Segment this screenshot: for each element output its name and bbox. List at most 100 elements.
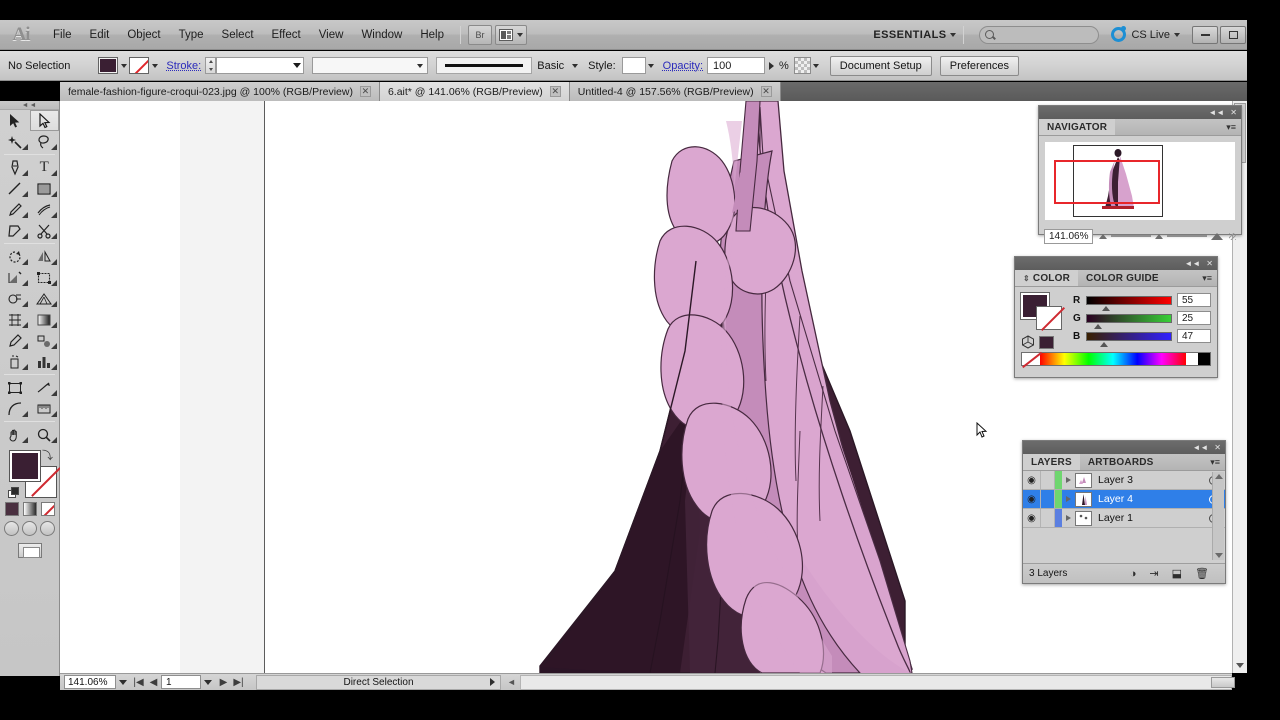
none-mode-button[interactable] — [40, 502, 55, 516]
close-icon[interactable]: ✕ — [549, 86, 561, 97]
g-thumb[interactable] — [1093, 323, 1102, 329]
brush-preview[interactable] — [436, 57, 533, 74]
spectrum-gradient[interactable] — [1040, 353, 1186, 365]
tab-layers[interactable]: LAYERS — [1023, 454, 1080, 470]
stroke-swatch[interactable] — [129, 57, 150, 74]
document-tab-0[interactable]: female-fashion-figure-croqui-023.jpg @ 1… — [60, 82, 380, 101]
close-icon[interactable]: ✕ — [359, 86, 371, 97]
g-value[interactable]: 25 — [1177, 311, 1211, 325]
type-tool[interactable]: T — [30, 157, 60, 178]
brush-dropdown-icon[interactable] — [569, 57, 580, 74]
maximize-button[interactable] — [1220, 25, 1246, 44]
scroll-down-icon[interactable] — [1234, 660, 1246, 671]
navigator-zoom-slider[interactable] — [1099, 232, 1224, 240]
tab-color[interactable]: ⇕ COLOR — [1015, 270, 1079, 286]
scrollbar-thumb[interactable] — [1210, 676, 1235, 688]
color-stroke-swatch[interactable] — [1037, 307, 1061, 329]
panel-menu-icon[interactable]: ▾≡ — [1226, 119, 1241, 135]
layer-name[interactable]: Layer 4 — [1098, 493, 1201, 505]
tools-panel-grip[interactable]: ◄◄ — [0, 101, 59, 110]
rotate-tool[interactable] — [0, 246, 30, 267]
scissors-tool[interactable] — [30, 220, 60, 241]
stroke-weight-stepper[interactable] — [205, 57, 217, 74]
collapse-icon[interactable]: ◄◄ — [1184, 259, 1200, 268]
search-input[interactable] — [979, 25, 1100, 44]
shape-builder-tool[interactable] — [0, 288, 30, 309]
rectangle-tool[interactable] — [30, 178, 60, 199]
menu-file[interactable]: File — [44, 25, 81, 45]
opacity-label[interactable]: Opacity: — [663, 60, 703, 72]
visibility-eye-icon[interactable]: ◉ — [1023, 475, 1040, 486]
symbol-sprayer-tool[interactable] — [0, 351, 30, 372]
menu-window[interactable]: Window — [352, 25, 411, 45]
hand-tool[interactable] — [0, 424, 30, 445]
close-icon[interactable]: ✕ — [1206, 259, 1213, 268]
visibility-eye-icon[interactable]: ◉ — [1023, 494, 1040, 505]
preferences-button[interactable]: Preferences — [939, 55, 1020, 76]
last-artboard-icon[interactable]: ▶| — [231, 677, 246, 688]
artboard-dropdown-icon[interactable] — [201, 679, 214, 685]
zoom-slider-track-2[interactable] — [1167, 235, 1208, 237]
expand-arrow-icon[interactable] — [1062, 477, 1075, 483]
last-color-swatch[interactable] — [1039, 335, 1054, 349]
menu-select[interactable]: Select — [213, 25, 263, 45]
layer-name[interactable]: Layer 1 — [1098, 512, 1201, 524]
panel-menu-icon[interactable]: ▾≡ — [1202, 270, 1217, 286]
b-value[interactable]: 47 — [1177, 329, 1211, 343]
panel-menu-icon[interactable]: ▾≡ — [1210, 454, 1225, 470]
create-sublayer-icon[interactable]: ⇥ — [1149, 567, 1158, 580]
zoom-out-icon[interactable] — [1099, 233, 1108, 239]
layers-titlebar[interactable]: ◄◄ ✕ — [1023, 441, 1225, 454]
color-spectrum-bar[interactable] — [1021, 352, 1211, 366]
status-tool-display[interactable]: Direct Selection — [256, 674, 501, 690]
graphic-style-swatch[interactable] — [621, 57, 646, 74]
lasso-tool[interactable] — [30, 131, 60, 152]
r-value[interactable]: 55 — [1177, 293, 1211, 307]
close-icon[interactable]: ✕ — [760, 86, 772, 97]
workspace-switcher[interactable]: ESSENTIALS — [873, 29, 957, 41]
color-mode-button[interactable] — [4, 502, 19, 516]
stroke-profile-select[interactable] — [312, 57, 429, 74]
tab-artboards[interactable]: ARTBOARDS — [1080, 454, 1162, 470]
b-thumb[interactable] — [1100, 341, 1109, 347]
navigator-zoom-value[interactable]: 141.06% — [1044, 228, 1094, 244]
gradient-mode-button[interactable] — [22, 502, 37, 516]
fill-swatch[interactable] — [98, 57, 119, 74]
zoom-tool[interactable] — [30, 424, 60, 445]
paintbrush-tool[interactable] — [0, 199, 30, 220]
default-fill-stroke-icon[interactable] — [8, 487, 20, 499]
transparency-icon[interactable] — [793, 57, 811, 74]
slice-tool[interactable] — [30, 377, 60, 398]
close-icon[interactable]: ✕ — [1214, 443, 1221, 452]
navigator-preview[interactable] — [1045, 142, 1235, 220]
tab-navigator[interactable]: NAVIGATOR — [1039, 119, 1116, 135]
document-tab-2[interactable]: Untitled-4 @ 157.56% (RGB/Preview) ✕ — [569, 82, 781, 101]
r-slider[interactable] — [1086, 295, 1172, 311]
lock-toggle[interactable] — [1040, 490, 1055, 508]
navigator-view-box[interactable] — [1054, 160, 1160, 204]
stroke-dropdown-icon[interactable] — [149, 57, 160, 74]
zoom-level-input[interactable]: 141.06% — [64, 675, 116, 689]
prev-artboard-icon[interactable]: ◀ — [146, 677, 161, 688]
menu-view[interactable]: View — [310, 25, 353, 45]
table-row[interactable]: ◉ Layer 4 — [1023, 490, 1225, 509]
delete-layer-icon[interactable]: 🗑 — [1195, 567, 1209, 580]
column-graph-tool[interactable] — [30, 351, 60, 372]
menu-type[interactable]: Type — [170, 25, 213, 45]
lock-toggle[interactable] — [1040, 509, 1055, 527]
create-new-layer-icon[interactable]: ⬓ — [1172, 567, 1182, 580]
reflect-tool[interactable] — [30, 246, 60, 267]
menu-object[interactable]: Object — [118, 25, 169, 45]
transparency-dropdown-icon[interactable] — [811, 57, 822, 74]
collapse-icon[interactable]: ◄◄ — [1192, 443, 1208, 452]
artboard-number-input[interactable]: 1 — [161, 675, 201, 689]
layer-name[interactable]: Layer 3 — [1098, 474, 1201, 486]
arc-tool[interactable] — [0, 398, 30, 419]
black-swatch[interactable] — [1198, 353, 1210, 365]
layers-scrollbar[interactable] — [1212, 472, 1224, 560]
zoom-slider-track[interactable] — [1111, 235, 1152, 237]
table-row[interactable]: ◉ Layer 3 — [1023, 471, 1225, 490]
make-clipping-mask-icon[interactable]: ◑ — [1130, 568, 1137, 580]
r-thumb[interactable] — [1102, 305, 1111, 311]
none-swatch[interactable] — [1022, 353, 1040, 365]
